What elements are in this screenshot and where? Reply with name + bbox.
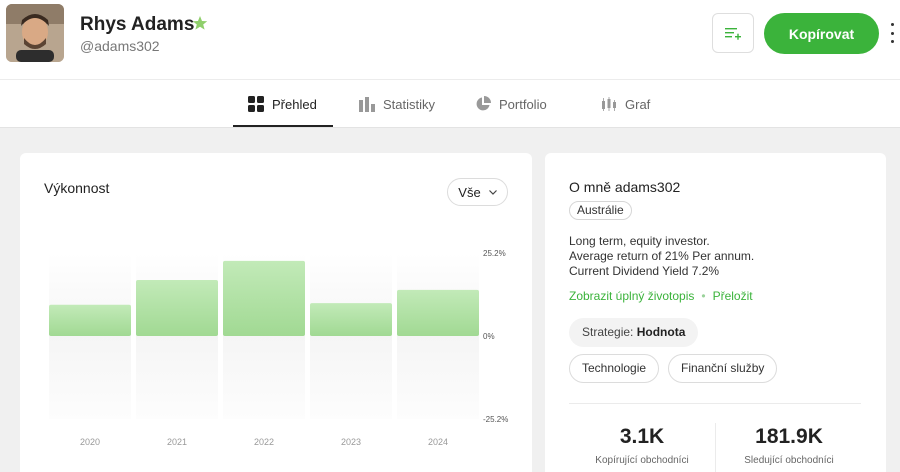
tab-chart[interactable]: Graf <box>601 80 650 128</box>
tab-statistics[interactable]: Statistiky <box>359 80 435 128</box>
chart-column-bg <box>136 336 218 419</box>
chart-y-tick-label: 25.2% <box>483 249 506 258</box>
performance-title: Výkonnost <box>44 180 110 196</box>
tag-technology[interactable]: Technologie <box>569 354 660 383</box>
followers-label: Sledující obchodníci <box>744 455 834 466</box>
candlestick-icon <box>602 96 616 111</box>
bio-links: Zobrazit úplný životopis • Přeložit <box>569 289 753 303</box>
divider <box>569 403 861 404</box>
chart-bar-2022[interactable] <box>223 260 305 336</box>
chart-category-label: 2022 <box>254 437 274 447</box>
separator-dot: • <box>701 289 706 303</box>
bio-line: Current Dividend Yield 7.2% <box>569 264 720 278</box>
country-badge: Austrálie <box>569 201 632 220</box>
grid-icon <box>248 96 264 112</box>
copy-button[interactable]: Kopírovat <box>764 13 879 54</box>
chart-category-label: 2021 <box>167 437 187 447</box>
profile-header: Rhys Adams @adams302 Kopírovat <box>0 0 900 80</box>
chart-bar-2024[interactable] <box>397 289 479 336</box>
period-filter-value: Vše <box>458 184 481 200</box>
copiers-stat: 3.1K Kopírující obchodníci <box>569 425 715 466</box>
strategy-prefix: Strategie: <box>582 325 634 339</box>
copiers-count: 3.1K <box>619 425 665 448</box>
tab-label: Přehled <box>272 96 317 112</box>
period-filter-dropdown[interactable]: Vše <box>447 178 508 206</box>
performance-chart: 25.2% 0% -25.2% 2020 2021 2022 2023 2024 <box>49 249 508 447</box>
chevron-down-icon <box>488 189 497 195</box>
add-to-list-icon <box>725 28 741 40</box>
tab-portfolio[interactable]: Portfolio <box>475 80 547 128</box>
watchlist-button[interactable] <box>712 13 754 53</box>
pie-chart-icon <box>476 96 491 111</box>
followers-count: 181.9K <box>755 425 823 448</box>
bar-chart-icon <box>359 96 375 112</box>
chart-column-bg <box>397 336 479 419</box>
translate-link[interactable]: Přeložit <box>713 289 753 303</box>
performance-card: Výkonnost Vše 25.2% 0% -25.2% 2020 2021 2022… <box>20 153 532 472</box>
chart-category-label: 2020 <box>80 437 100 447</box>
followers-stat: 181.9K Sledující obchodníci <box>716 425 862 466</box>
show-full-bio-link[interactable]: Zobrazit úplný životopis <box>569 289 694 303</box>
strategy-value: Hodnota <box>636 325 686 339</box>
chart-column-bg <box>310 336 392 419</box>
chart-column-bg <box>49 336 131 419</box>
tab-label: Statistiky <box>383 96 436 112</box>
active-tab-indicator <box>233 125 333 127</box>
star-icon <box>192 16 208 30</box>
more-options-icon[interactable] <box>886 20 898 46</box>
chart-column-bg <box>223 336 305 419</box>
user-handle: @adams302 <box>80 38 160 54</box>
chart-y-tick-label: 0% <box>483 332 495 341</box>
strategy-chip: Strategie: Hodnota <box>569 318 699 347</box>
tag-financial-services[interactable]: Finanční služby <box>668 354 778 383</box>
chart-y-tick-label: -25.2% <box>483 415 508 424</box>
tab-label: Graf <box>625 96 651 112</box>
tab-overview[interactable]: Přehled <box>248 80 317 128</box>
copiers-label: Kopírující obchodníci <box>595 455 689 466</box>
avatar[interactable] <box>6 4 64 62</box>
bio-line: Long term, equity investor. <box>569 234 710 248</box>
about-title: O mně adams302 <box>569 179 681 195</box>
chart-bar-2021[interactable] <box>136 280 218 336</box>
chart-bar-2023[interactable] <box>310 303 392 336</box>
profile-tabs: Přehled Statistiky Portfolio Graf <box>0 80 900 128</box>
chart-category-label: 2024 <box>428 437 448 447</box>
about-card: O mně adams302 Austrálie Long term, equi… <box>545 153 886 472</box>
user-name: Rhys Adams <box>80 14 195 35</box>
bio-text: Long term, equity investor. Average retu… <box>569 234 754 279</box>
chart-category-label: 2023 <box>341 437 361 447</box>
tab-label: Portfolio <box>499 96 547 112</box>
bio-line: Average return of 21% Per annum. <box>569 249 755 263</box>
chart-bar-2020[interactable] <box>49 304 131 336</box>
